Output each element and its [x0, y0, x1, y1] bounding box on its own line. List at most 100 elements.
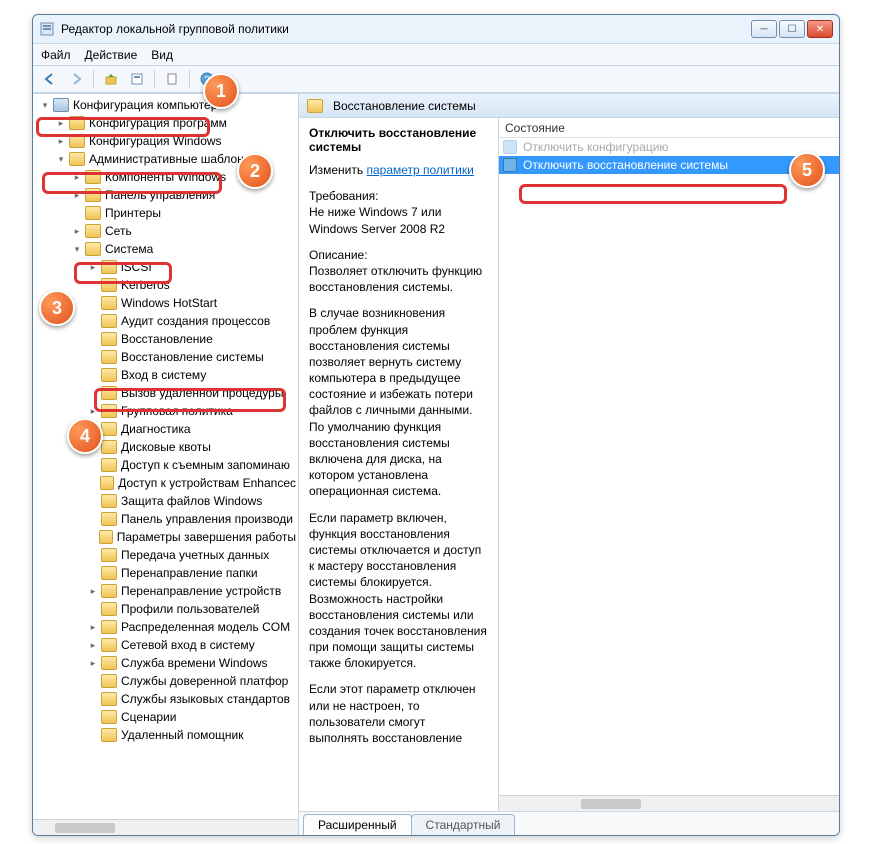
expand-icon[interactable]: ▸ [87, 261, 99, 273]
list-item-selected[interactable]: Отключить восстановление системы [499, 156, 839, 174]
folder-icon [101, 260, 117, 274]
folder-icon [100, 476, 115, 490]
tree-system-restore[interactable]: Восстановление системы [85, 348, 298, 366]
svg-text:?: ? [204, 75, 210, 86]
tree-node[interactable]: ▸Перенаправление устройств [85, 582, 298, 600]
folder-icon [101, 674, 117, 688]
close-button[interactable]: ✕ [807, 20, 833, 38]
tree-node[interactable]: Восстановление [85, 330, 298, 348]
expand-icon[interactable]: ▸ [87, 639, 99, 651]
tree-node[interactable]: Дисковые квоты [85, 438, 298, 456]
tree-root-computer-config[interactable]: ▾ Конфигурация компьютера [37, 96, 298, 114]
tree-node[interactable]: Защита файлов Windows [85, 492, 298, 510]
column-header-state[interactable]: Состояние [499, 118, 839, 138]
folder-icon [101, 710, 117, 724]
expand-icon[interactable]: ▸ [71, 189, 83, 201]
policy-item-icon [503, 140, 517, 154]
up-button[interactable] [100, 68, 122, 90]
tree-node[interactable]: Вход в систему [85, 366, 298, 384]
tree-node[interactable]: Доступ к съемным запоминаю [85, 456, 298, 474]
refresh-button[interactable] [161, 68, 183, 90]
tree-node[interactable]: Передача учетных данных [85, 546, 298, 564]
folder-icon [85, 242, 101, 256]
expand-icon[interactable]: ▸ [87, 621, 99, 633]
folder-icon [101, 728, 117, 742]
folder-icon [101, 692, 117, 706]
tree-node[interactable]: Windows HotStart [85, 294, 298, 312]
folder-icon [85, 188, 101, 202]
tree-admin-templates[interactable]: ▾Административные шаблоны [53, 150, 298, 168]
expand-icon[interactable]: ▾ [55, 153, 67, 165]
toolbar-separator [189, 70, 190, 88]
tree-node[interactable]: Аудит создания процессов [85, 312, 298, 330]
folder-icon [99, 530, 113, 544]
tree-node[interactable]: ▸Конфигурация Windows [53, 132, 298, 150]
tree-node[interactable]: ▸Сетевой вход в систему [85, 636, 298, 654]
tree-node[interactable]: Вызов удаленной процедуры [85, 384, 298, 402]
help-button[interactable]: ? [196, 68, 218, 90]
tree-node[interactable]: ▸Групповая политика [85, 402, 298, 420]
folder-icon [101, 548, 117, 562]
list-item[interactable]: Отключить конфигурацию [499, 138, 839, 156]
policy-icon [53, 98, 69, 112]
tab-standard[interactable]: Стандартный [411, 814, 516, 835]
expand-icon[interactable]: ▸ [87, 585, 99, 597]
properties-button[interactable] [126, 68, 148, 90]
tree-node[interactable]: Профили пользователей [85, 600, 298, 618]
expand-icon[interactable]: ▾ [71, 243, 83, 255]
expand-icon[interactable]: ▸ [87, 423, 99, 435]
tree-node[interactable]: Службы языковых стандартов [85, 690, 298, 708]
tree-node[interactable]: ▸Служба времени Windows [85, 654, 298, 672]
expand-icon[interactable]: ▸ [55, 135, 67, 147]
maximize-button[interactable]: ☐ [779, 20, 805, 38]
tree-node[interactable]: Сценарии [85, 708, 298, 726]
tree-node[interactable]: ▸Распределенная модель COM [85, 618, 298, 636]
tab-extended[interactable]: Расширенный [303, 814, 412, 835]
folder-icon [101, 314, 117, 328]
expand-icon[interactable]: ▸ [55, 117, 67, 129]
folder-icon [307, 99, 323, 113]
expand-icon[interactable]: ▸ [71, 225, 83, 237]
tree-node[interactable]: Параметры завершения работы [85, 528, 298, 546]
nav-forward-button[interactable] [65, 68, 87, 90]
tree-node[interactable]: Панель управления производи [85, 510, 298, 528]
folder-icon [101, 422, 117, 436]
menu-view[interactable]: Вид [151, 48, 173, 62]
tree-node[interactable]: Принтеры [69, 204, 298, 222]
menubar: Файл Действие Вид [33, 43, 839, 65]
minimize-button[interactable]: ─ [751, 20, 777, 38]
titlebar[interactable]: Редактор локальной групповой политики ─ … [33, 15, 839, 43]
folder-icon [101, 584, 117, 598]
list-scrollbar[interactable] [499, 795, 839, 811]
expand-icon[interactable]: ▸ [71, 171, 83, 183]
tree-node[interactable]: ▸Компоненты Windows [69, 168, 298, 186]
menu-file[interactable]: Файл [41, 48, 71, 62]
expand-icon[interactable]: ▸ [87, 657, 99, 669]
tree-node[interactable]: Перенаправление папки [85, 564, 298, 582]
folder-icon [101, 656, 117, 670]
tree-node[interactable]: ▸Диагностика [85, 420, 298, 438]
edit-policy-link[interactable]: параметр политики [366, 163, 473, 177]
folder-icon [101, 458, 117, 472]
tree-system[interactable]: ▾Система [69, 240, 298, 258]
expand-icon[interactable]: ▾ [39, 99, 51, 111]
folder-icon [101, 440, 117, 454]
tree-node[interactable]: ▸Конфигурация программ [53, 114, 298, 132]
tree-node[interactable]: Удаленный помощник [85, 726, 298, 744]
tree-node[interactable]: Доступ к устройствам Enhancec [85, 474, 298, 492]
menu-action[interactable]: Действие [85, 48, 138, 62]
folder-icon [85, 170, 101, 184]
tree-node[interactable]: ▸iSCSI [85, 258, 298, 276]
nav-back-button[interactable] [39, 68, 61, 90]
tree-node[interactable]: Службы доверенной платфор [85, 672, 298, 690]
pane-title: Восстановление системы [333, 99, 476, 113]
tree-scrollbar[interactable] [33, 819, 298, 835]
expand-icon[interactable]: ▸ [87, 405, 99, 417]
folder-icon [101, 386, 117, 400]
toolbar: ? [33, 65, 839, 93]
tree-node[interactable]: Kerberos [85, 276, 298, 294]
folder-icon [101, 296, 117, 310]
tree-panel[interactable]: ▾ Конфигурация компьютера ▸Конфигурация … [33, 94, 299, 835]
tree-node[interactable]: ▸Сеть [69, 222, 298, 240]
tree-node[interactable]: ▸Панель управления [69, 186, 298, 204]
